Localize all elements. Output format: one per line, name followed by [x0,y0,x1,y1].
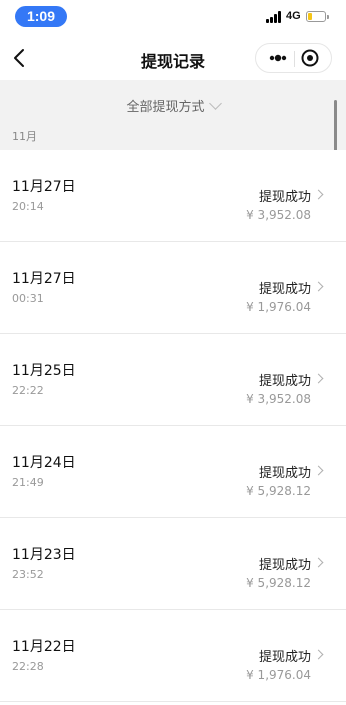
chevron-right-icon [313,281,324,292]
network-type: 4G [286,10,301,22]
month-header: 11月 [12,130,37,143]
status-time: 1:09 [15,6,67,27]
filter-area: 全部提现方式 11月 [0,80,346,150]
miniprogram-capsule [255,43,332,73]
signal-icon [266,11,282,23]
chevron-right-icon [313,373,324,384]
record-item[interactable]: 11月25日 22:22 提现成功 ¥ 3,952.08 [0,334,346,426]
nav-bar: 提现记录 [0,36,346,80]
more-icon[interactable] [264,44,292,72]
record-item[interactable]: 11月22日 22:28 提现成功 ¥ 1,976.04 [0,610,346,702]
record-item[interactable]: 11月23日 23:52 提现成功 ¥ 5,928.12 [0,518,346,610]
record-item[interactable]: 11月27日 00:31 提现成功 ¥ 1,976.04 [0,242,346,334]
chevron-right-icon [313,465,324,476]
chevron-right-icon [313,649,324,660]
record-status: 提现成功 [258,466,311,481]
record-time: 21:49 [12,476,44,489]
chevron-right-icon [313,557,324,568]
record-date: 11月25日 [12,363,76,379]
record-status: 提现成功 [258,282,311,297]
withdraw-method-filter[interactable]: 全部提现方式 [0,96,346,115]
record-time: 20:14 [12,200,44,213]
capsule-divider [294,51,295,67]
record-amount: ¥ 3,952.08 [246,208,311,222]
filter-label: 全部提现方式 [126,100,205,115]
status-bar: 1:09 4G [0,0,346,36]
record-amount: ¥ 1,976.04 [246,668,311,682]
record-time: 23:52 [12,568,44,581]
scrollbar[interactable] [334,100,337,156]
record-item[interactable]: 11月24日 21:49 提现成功 ¥ 5,928.12 [0,426,346,518]
record-amount: ¥ 5,928.12 [246,484,311,498]
record-amount: ¥ 3,952.08 [246,392,311,406]
record-status: 提现成功 [258,650,311,665]
record-status: 提现成功 [258,374,311,389]
record-amount: ¥ 5,928.12 [246,576,311,590]
close-miniprogram-icon[interactable] [301,49,319,67]
record-date: 11月23日 [12,547,76,563]
withdraw-record-list: 11月27日 20:14 提现成功 ¥ 3,952.08 11月27日 00:3… [0,150,346,702]
battery-icon [306,11,329,22]
record-amount: ¥ 1,976.04 [246,300,311,314]
record-date: 11月27日 [12,179,76,195]
record-date: 11月27日 [12,271,76,287]
record-date: 11月24日 [12,455,76,471]
chevron-down-icon [208,97,222,110]
record-status: 提现成功 [258,190,311,205]
record-time: 00:31 [12,292,44,305]
record-time: 22:22 [12,384,44,397]
record-item[interactable]: 11月27日 20:14 提现成功 ¥ 3,952.08 [0,150,346,242]
record-time: 22:28 [12,660,44,673]
record-date: 11月22日 [12,639,76,655]
record-status: 提现成功 [258,558,311,573]
chevron-right-icon [313,189,324,200]
